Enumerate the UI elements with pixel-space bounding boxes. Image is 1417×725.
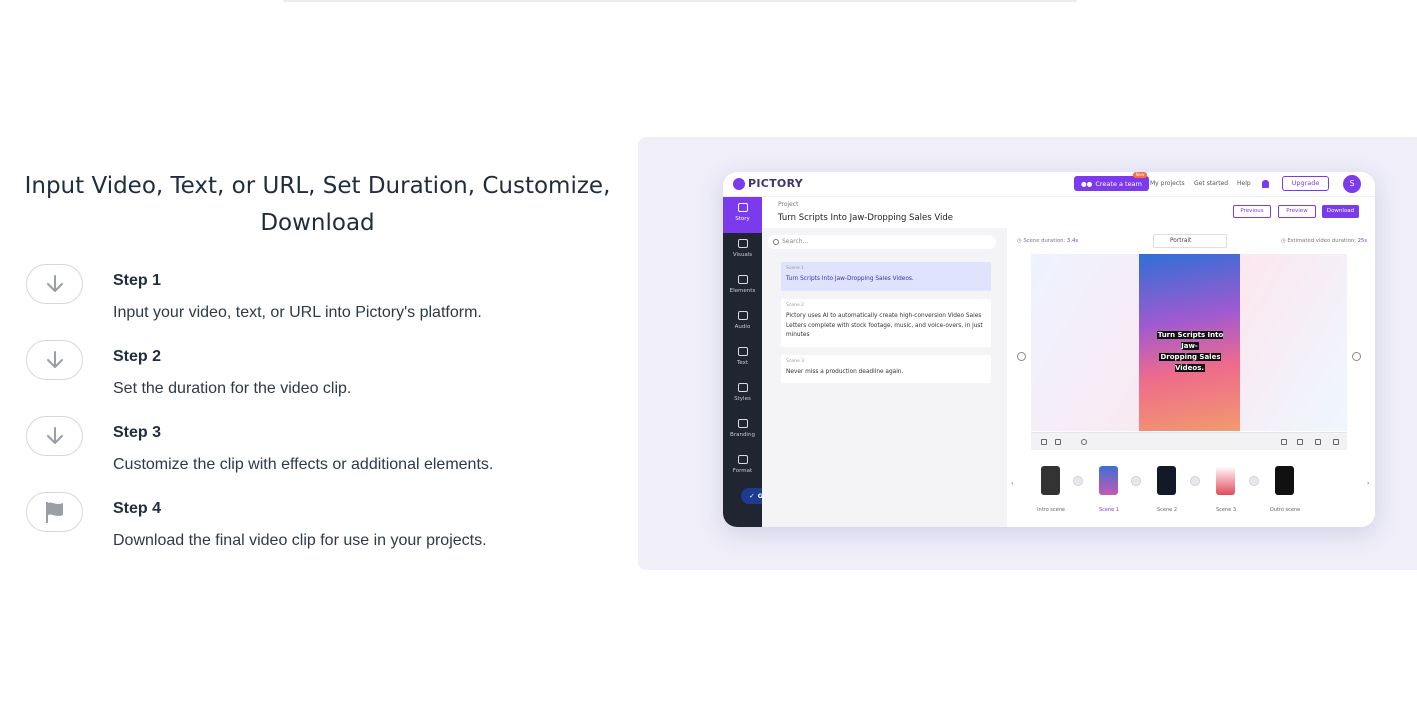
caption-overlay[interactable]: Turn Scripts Into Jaw- Dropping Sales Vi… [1147,330,1233,374]
sidebar-item-text[interactable]: Text [723,341,762,377]
scene-card[interactable]: Scene 2 Pictory uses AI to automatically… [781,299,991,347]
arrow-down-icon [26,264,83,304]
step-2: Step 2 Set the duration for the video cl… [26,340,626,410]
new-badge: New [1133,172,1147,178]
elements-icon [737,275,748,284]
step-description: Download the final video clip for use in… [113,532,487,549]
bell-icon[interactable] [1262,180,1269,188]
check-icon: ✓ [749,492,755,500]
brush-icon[interactable] [1281,439,1287,445]
app-header: PICTORY ●● Create a team New My projects … [723,172,1375,197]
step-description: Input your video, text, or URL into Pict… [113,304,482,321]
trash-icon[interactable] [1333,439,1339,445]
text-icon [737,347,748,356]
sidebar: Story Visuals Elements Audio Text Styles… [723,197,762,527]
my-projects-link[interactable]: My projects [1150,180,1185,187]
music-icon [737,311,748,320]
play-icon[interactable] [1081,439,1087,445]
styles-icon [737,383,748,392]
scene-timeline: ‹ › Intro scene Scene 1 Scene 2 Scene 3 … [1007,460,1375,513]
chevron-left-icon[interactable]: ‹ [1011,480,1013,487]
gear-icon[interactable] [1315,439,1321,445]
previous-button[interactable]: Previous [1233,205,1271,218]
scene-thumbnail[interactable] [1216,466,1235,495]
scene-duration[interactable]: ◷ Scene duration: 3.4s [1017,238,1078,244]
upgrade-button[interactable]: Upgrade [1282,176,1329,191]
thumbnail-label: Intro scene [1037,507,1065,513]
add-scene-icon[interactable] [1190,476,1200,486]
canvas-toolbar [1031,432,1347,450]
story-icon [737,203,748,212]
add-scene-icon[interactable] [1131,476,1141,486]
app-screenshot: PICTORY ●● Create a team New My projects … [723,172,1375,527]
redo-icon[interactable] [1055,439,1061,445]
step-description: Customize the clip with effects or addit… [113,456,494,473]
step-4: Step 4 Download the final video clip for… [26,492,626,562]
step-description: Set the duration for the video clip. [113,380,352,397]
preview-button[interactable]: Preview [1278,205,1316,218]
close-icon[interactable] [1297,439,1303,445]
flag-icon [26,492,83,532]
clock-icon: ◷ [1017,238,1022,244]
team-icon: ●● [1081,179,1093,188]
step-title: Step 1 [113,272,162,289]
sidebar-item-story[interactable]: Story [723,197,762,233]
create-team-button[interactable]: ●● Create a team [1074,176,1149,191]
add-scene-icon[interactable] [1073,476,1083,486]
thumbnail-label: Scene 3 [1215,507,1236,513]
pictory-logo: PICTORY [733,177,803,190]
step-title: Step 3 [113,424,162,441]
format-icon [737,455,748,464]
sidebar-item-audio[interactable]: Audio [723,305,762,341]
logo-icon [733,177,745,190]
clock-icon: ◷ [1281,238,1286,244]
project-title[interactable]: Turn Scripts Into Jaw-Dropping Sales Vid… [778,213,953,223]
arrow-down-icon [26,340,83,380]
arrow-down-icon [26,416,83,456]
sidebar-item-styles[interactable]: Styles [723,377,762,413]
scene-thumbnail[interactable] [1099,466,1118,495]
help-link[interactable]: Help [1237,180,1251,187]
thumbnail-label: Outro scene [1269,507,1301,513]
section-title: Input Video, Text, or URL, Set Duration,… [24,173,611,236]
preview-pane: ◷ Scene duration: 3.4s Portrait ◷ Estima… [1007,228,1375,527]
download-button[interactable]: Download [1322,205,1359,218]
thumbnail-label: Scene 2 [1156,507,1177,513]
scene-thumbnail[interactable] [1275,466,1294,495]
step-title: Step 2 [113,348,162,365]
scene-card[interactable]: Scene 3 Never miss a production deadline… [781,355,991,383]
project-label: Project [778,201,799,208]
scene-thumbnail[interactable] [1041,466,1060,495]
thumbnail-label: Scene 1 [1098,507,1119,513]
step-3: Step 3 Customize the clip with effects o… [26,416,626,486]
chevron-right-icon[interactable]: › [1367,480,1369,487]
add-scene-icon[interactable] [1249,476,1259,486]
top-divider [283,0,1077,2]
add-scene-before-icon[interactable] [1017,352,1026,361]
scene-thumbnail[interactable] [1157,466,1176,495]
add-scene-after-icon[interactable] [1352,352,1361,361]
step-title: Step 4 [113,500,162,517]
orientation-select[interactable]: Portrait [1153,234,1227,248]
sidebar-item-elements[interactable]: Elements [723,269,762,305]
image-icon [737,239,748,248]
scene-card[interactable]: Scene 1 Turn Scripts Into Jaw-Dropping S… [781,262,991,291]
avatar[interactable]: S [1343,175,1361,193]
estimated-duration: ◷ Estimated video duration: 25s [1281,238,1368,244]
undo-icon[interactable] [1041,439,1047,445]
get-started-link[interactable]: Get started [1194,180,1228,187]
script-pane: Search... Scene 1 Turn Scripts Into Jaw-… [762,228,1007,527]
branding-icon [737,419,748,428]
sidebar-item-visuals[interactable]: Visuals [723,233,762,269]
search-input[interactable]: Search... [768,235,996,249]
sidebar-item-format[interactable]: Format [723,449,762,485]
sidebar-item-branding[interactable]: Branding [723,413,762,449]
step-1: Step 1 Input your video, text, or URL in… [26,264,626,334]
